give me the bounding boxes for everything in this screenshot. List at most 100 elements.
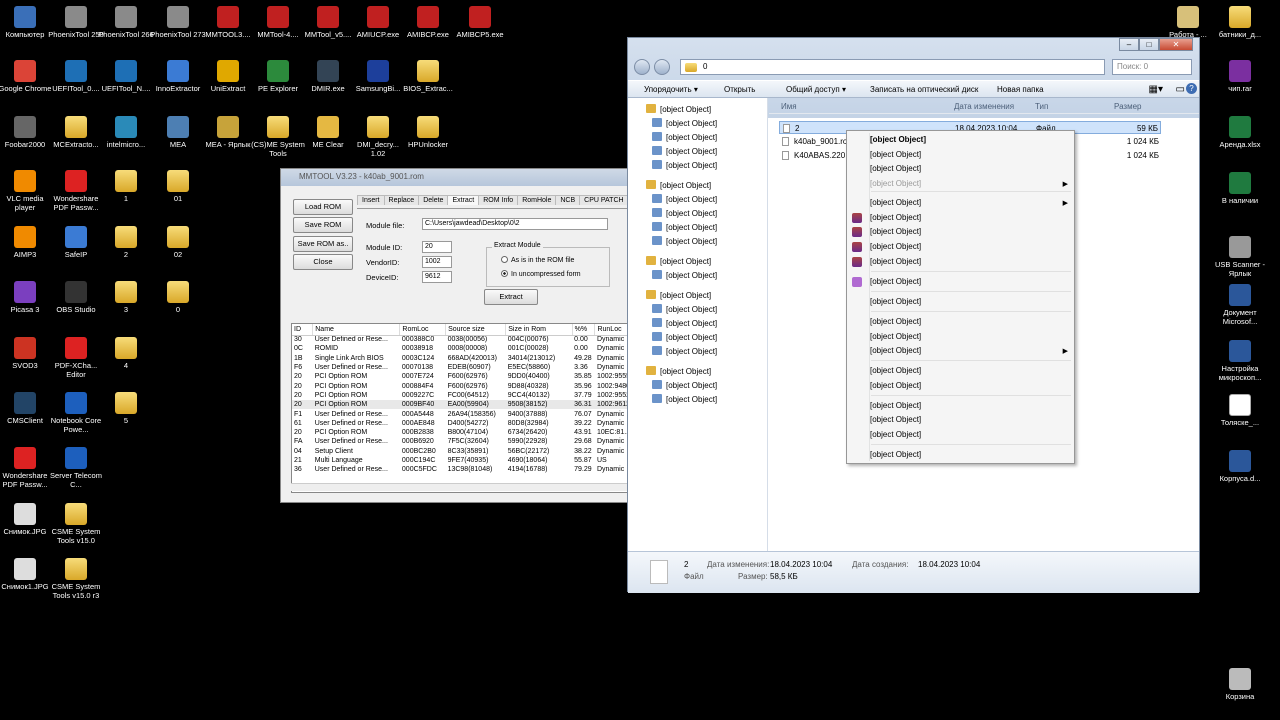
nav-item[interactable]: [object Object]: [646, 290, 711, 300]
tab-rom-info[interactable]: ROM Info: [478, 195, 519, 205]
nav-item[interactable]: [object Object]: [652, 380, 717, 390]
nav-item[interactable]: [object Object]: [652, 346, 717, 356]
desktop-icon[interactable]: HPUnlocker: [400, 116, 456, 149]
column-header[interactable]: ID: [292, 324, 314, 336]
nav-item[interactable]: [object Object]: [646, 366, 711, 376]
nav-item[interactable]: [object Object]: [646, 256, 711, 266]
tab-ncb[interactable]: NCB: [555, 195, 581, 205]
desktop-icon[interactable]: Foobar2000: [0, 116, 53, 149]
desktop-icon[interactable]: PhoenixTool 266: [98, 6, 154, 39]
module-id-input[interactable]: 20: [422, 241, 452, 253]
toolbar-button[interactable]: Общий доступ ▾: [786, 85, 846, 94]
desktop-icon[interactable]: AMIUCP.exe: [350, 6, 406, 39]
desktop-icon[interactable]: 5: [98, 392, 154, 425]
column-header[interactable]: %%: [572, 324, 596, 336]
desktop-icon[interactable]: В наличии: [1212, 172, 1268, 205]
context-menu-item[interactable]: [object Object]: [870, 297, 921, 306]
desktop-icon[interactable]: Работа - ...: [1160, 6, 1216, 39]
desktop-icon[interactable]: Wondershare PDF Passw...: [0, 447, 53, 489]
tab-extract[interactable]: Extract: [447, 195, 480, 205]
nav-item[interactable]: [object Object]: [652, 318, 717, 328]
table-row[interactable]: 1B Single Link Arch BIOS 0003C124 668AD(420…: [292, 354, 630, 363]
desktop-icon[interactable]: SafeIP: [48, 226, 104, 259]
context-menu-item[interactable]: [object Object]: [870, 242, 921, 251]
table-row[interactable]: F1 User Defined or Rese... 000A5448 26A94(1…: [292, 409, 630, 418]
context-menu-item[interactable]: [object Object]: [870, 213, 921, 222]
context-menu-item[interactable]: [object Object]: [870, 317, 921, 326]
desktop-icon[interactable]: Server Telecom C...: [48, 447, 104, 489]
desktop-icon[interactable]: Снимок.JPG: [0, 503, 53, 536]
column-header[interactable]: RunLoc: [594, 324, 630, 336]
desktop-icon[interactable]: чип.rar: [1212, 60, 1268, 93]
toolbar-button[interactable]: Новая папка: [997, 85, 1044, 94]
desktop-icon[interactable]: 3: [98, 281, 154, 314]
desktop-icon[interactable]: 02: [150, 226, 206, 259]
table-row[interactable]: 61 User Defined or Rese... 000AE848 D400(54…: [292, 419, 630, 428]
nav-item[interactable]: [object Object]: [652, 304, 717, 314]
desktop-icon[interactable]: PhoenixTool 273: [150, 6, 206, 39]
nav-item[interactable]: [object Object]: [652, 222, 717, 232]
table-row[interactable]: 20 PCI Option ROM 000884F4 F600(62976) 9D88(…: [292, 381, 630, 390]
nav-item[interactable]: [object Object]: [652, 160, 717, 170]
table-row[interactable]: 20 PCI Option ROM 0007E724 F600(62976) 9DD0(…: [292, 372, 630, 381]
close-icon[interactable]: ✕: [1159, 38, 1193, 51]
desktop-icon[interactable]: Notebook Core Powe...: [48, 392, 104, 434]
desktop-icon[interactable]: CMSClient: [0, 392, 53, 425]
context-menu-item[interactable]: [object Object]: [870, 415, 921, 424]
nav-item[interactable]: [object Object]: [646, 104, 711, 114]
horizontal-scrollbar[interactable]: [291, 483, 631, 491]
desktop-icon[interactable]: Снимок1.JPG: [0, 558, 53, 591]
desktop-icon[interactable]: SVOD3: [0, 337, 53, 370]
desktop-icon[interactable]: MCExtracto...: [48, 116, 104, 149]
desktop-icon[interactable]: VLC media player: [0, 170, 53, 212]
table-row[interactable]: 21 Multi Language 000C194C 9FE7(40935) 4690(…: [292, 456, 630, 465]
table-row[interactable]: FA User Defined or Rese... 000B6920 7F5C(32…: [292, 437, 630, 446]
module-file-input[interactable]: C:\Users\jawdead\Desktop\0\2: [422, 218, 608, 230]
desktop-icon[interactable]: 01: [150, 170, 206, 203]
tab-delete[interactable]: Delete: [418, 195, 449, 205]
desktop-icon[interactable]: Компьютер: [0, 6, 53, 39]
context-menu-item[interactable]: [object Object]: [870, 135, 926, 144]
desktop-icon[interactable]: Wondershare PDF Passw...: [48, 170, 104, 212]
desktop-icon[interactable]: SamsungBi...: [350, 60, 406, 93]
desktop-icon[interactable]: DMIR.exe: [300, 60, 356, 93]
desktop-icon[interactable]: UEFITool_N....: [98, 60, 154, 93]
desktop-icon[interactable]: UEFITool_0....: [48, 60, 104, 93]
desktop-icon[interactable]: 2: [98, 226, 154, 259]
context-menu-item[interactable]: [object Object]: [870, 450, 921, 459]
context-menu-item[interactable]: [object Object]: [870, 198, 921, 207]
desktop-icon[interactable]: DMI_decry... 1.02: [350, 116, 406, 158]
desktop-icon[interactable]: BIOS_Extrac...: [400, 60, 456, 93]
column-header[interactable]: Размер: [1114, 102, 1142, 111]
table-row[interactable]: 30 User Defined or Rese... 000388C0 0038(00…: [292, 335, 630, 344]
desktop-icon[interactable]: 0: [150, 281, 206, 314]
desktop-icon[interactable]: MEA - Ярлык: [200, 116, 256, 149]
view-options-icon[interactable]: ▦▾: [1149, 84, 1163, 95]
desktop-icon[interactable]: MMTOOL3....: [200, 6, 256, 39]
table-row[interactable]: 20 PCI Option ROM 000B2838 B800(47104) 6734(…: [292, 428, 630, 437]
context-menu-item[interactable]: [object Object]: [870, 332, 921, 341]
context-menu-item[interactable]: [object Object]: [870, 366, 921, 375]
tab-replace[interactable]: Replace: [383, 195, 420, 205]
desktop-icon[interactable]: 1: [98, 170, 154, 203]
toolbar-button[interactable]: Записать на оптический диск: [870, 85, 978, 94]
radio-as-is[interactable]: As is in the ROM file: [501, 256, 574, 264]
context-menu-item[interactable]: [object Object]: [870, 381, 921, 390]
radio-uncompressed[interactable]: In uncompressed form: [501, 270, 581, 278]
desktop-icon[interactable]: PhoenixTool 250: [48, 6, 104, 39]
nav-item[interactable]: [object Object]: [652, 394, 717, 404]
tab-cpu-patch[interactable]: CPU PATCH: [579, 195, 629, 205]
desktop-icon[interactable]: Корпуса.d...: [1212, 450, 1268, 483]
desktop-icon[interactable]: ME Clear: [300, 116, 356, 149]
nav-item[interactable]: [object Object]: [652, 146, 717, 156]
desktop-icon[interactable]: Толяске_...: [1212, 394, 1268, 427]
desktop-icon[interactable]: Документ Microsof...: [1212, 284, 1268, 326]
column-header[interactable]: Тип: [1035, 102, 1048, 111]
nav-item[interactable]: [object Object]: [652, 132, 717, 142]
column-header[interactable]: Size in Rom: [505, 324, 573, 336]
context-menu-item[interactable]: [object Object]: [870, 401, 921, 410]
column-header[interactable]: RomLoc: [399, 324, 447, 336]
minimize-icon[interactable]: –: [1119, 38, 1139, 51]
desktop-icon[interactable]: intelmicro...: [98, 116, 154, 149]
toolbar-button[interactable]: Открыть: [724, 85, 755, 94]
